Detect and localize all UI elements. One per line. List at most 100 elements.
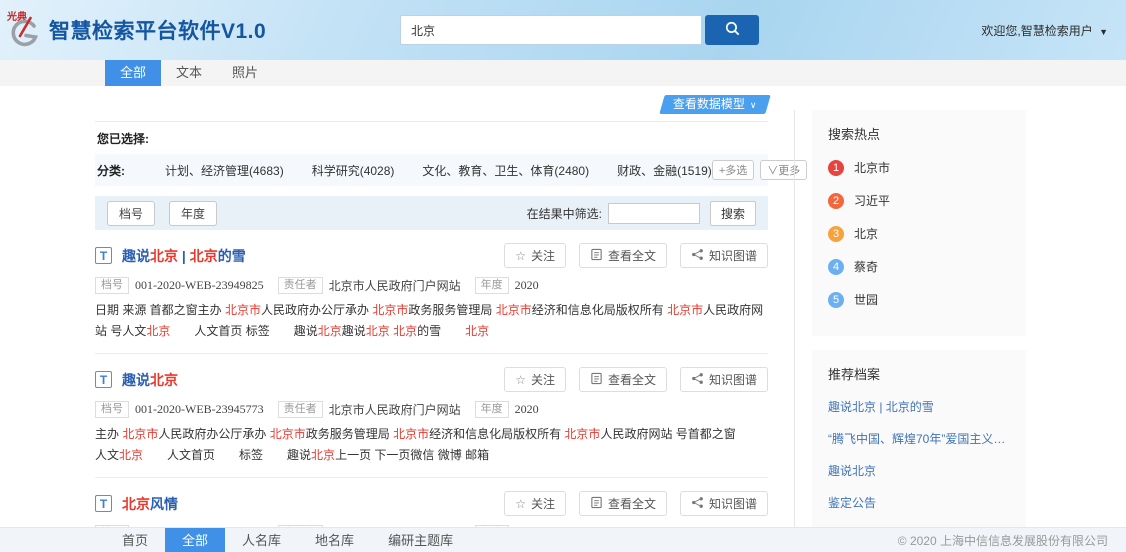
tab-all[interactable]: 全部 bbox=[105, 60, 162, 86]
footer-item-topic-db[interactable]: 编研主题库 bbox=[371, 528, 470, 552]
recommend-card: 推荐档案 趣说北京 | 北京的雪 “腾飞中国、辉煌70年”爱国主义教育活动在李大… bbox=[812, 350, 1026, 538]
category-row: 分类: 计划、经济管理(4683) 科学研究(4028) 文化、教育、卫生、体育… bbox=[95, 154, 808, 186]
hot-search-title: 搜索热点 bbox=[828, 127, 881, 142]
footer-item-place-db[interactable]: 地名库 bbox=[298, 528, 371, 552]
refine-input[interactable] bbox=[607, 202, 700, 224]
text-type-icon: T bbox=[95, 371, 112, 388]
app-title: 智慧检索平台软件V1.0 bbox=[49, 20, 267, 43]
view-data-model-button[interactable]: 查看数据模型 ∨ bbox=[659, 95, 771, 114]
hot-search-item[interactable]: 5 世园 bbox=[828, 291, 1010, 308]
hot-search-item[interactable]: 1 北京市 bbox=[828, 159, 1010, 176]
highlight-keyword: 北京 bbox=[393, 324, 418, 338]
content-area: 查看数据模型 ∨ 您已选择: 分类: 计划、经济管理(4683) 科学研究(402… bbox=[0, 86, 1126, 552]
archive-no-value: 001-2020-WEB-23945773 bbox=[135, 402, 264, 416]
highlight-keyword: 北京市 bbox=[122, 427, 159, 441]
highlight-keyword: 北京市 bbox=[393, 427, 430, 441]
document-icon bbox=[590, 496, 603, 512]
document-icon bbox=[590, 372, 603, 388]
highlight-keyword: 北京市 bbox=[495, 303, 532, 317]
star-icon: ☆ bbox=[515, 372, 526, 387]
knowledge-graph-button[interactable]: 知识图谱 bbox=[679, 243, 768, 268]
archive-no-value: 001-2020-WEB-23949825 bbox=[135, 278, 264, 292]
result-item: T 趣说北京 ☆ 关注 查看全文 知识图谱 档号 001-2020-WEB-239… bbox=[95, 354, 768, 478]
text-segment: 趣说 bbox=[122, 247, 150, 264]
recommend-link[interactable]: 趣说北京 bbox=[828, 462, 1010, 479]
view-fulltext-button[interactable]: 查看全文 bbox=[578, 243, 667, 268]
search-button[interactable] bbox=[705, 15, 759, 45]
category-label: 分类: bbox=[97, 163, 125, 178]
search-input[interactable] bbox=[400, 15, 702, 45]
refine-label: 在结果中筛选: bbox=[526, 206, 602, 221]
follow-label: 关注 bbox=[530, 373, 555, 387]
view-data-model-label: 查看数据模型 bbox=[673, 97, 746, 111]
copyright-text: © 2020 上海中信信息发展股份有限公司 bbox=[897, 533, 1108, 548]
result-meta: 档号 001-2020-WEB-23945773 责任者 北京市人民政府门户网站… bbox=[95, 401, 768, 418]
chevron-down-icon: ∨ bbox=[750, 100, 757, 110]
archive-no-filter-button[interactable]: 档号 bbox=[107, 200, 156, 226]
recommend-link[interactable]: 鉴定公告 bbox=[828, 494, 1010, 511]
category-item[interactable]: 文化、教育、卫生、体育(2480) bbox=[422, 162, 589, 179]
result-snippet: 日期 来源 首都之窗主办 北京市人民政府办公厅承办 北京市政务服务管理局 北京市… bbox=[95, 300, 768, 342]
result-title-link[interactable]: 趣说北京 | 北京的雪 bbox=[122, 246, 246, 266]
follow-button[interactable]: ☆ 关注 bbox=[504, 243, 566, 268]
header: 光典 智慧检索平台软件V1.0 欢迎您,智慧检索用户 ▼ bbox=[0, 0, 1126, 60]
year-filter-button[interactable]: 年度 bbox=[169, 200, 218, 226]
author-value: 北京市人民政府门户网站 bbox=[328, 403, 461, 417]
hot-search-text: 习近平 bbox=[854, 194, 891, 208]
hot-search-text: 蔡奇 bbox=[854, 260, 879, 274]
category-item[interactable]: 计划、经济管理(4683) bbox=[165, 162, 284, 179]
footer-item-all[interactable]: 全部 bbox=[165, 527, 226, 552]
result-title-link[interactable]: 北京风情 bbox=[122, 494, 178, 514]
footer-item-person-db[interactable]: 人名库 bbox=[225, 528, 298, 552]
fulltext-label: 查看全文 bbox=[607, 497, 656, 511]
refine-search-button[interactable]: 搜索 bbox=[709, 200, 756, 226]
knowledge-graph-button[interactable]: 知识图谱 bbox=[679, 491, 768, 516]
text-segment: 日期 来源 首都之窗主办 bbox=[95, 303, 226, 317]
text-segment: 上一页 下一页微信 微博 邮箱 bbox=[335, 448, 490, 462]
hot-search-item[interactable]: 2 习近平 bbox=[828, 192, 1010, 209]
multi-select-button[interactable]: +多选 bbox=[711, 160, 755, 180]
archive-no-tag: 档号 bbox=[95, 401, 129, 418]
text-segment: 人民政府办公厅承办 bbox=[158, 427, 270, 441]
tab-text[interactable]: 文本 bbox=[161, 60, 217, 86]
knowledge-graph-button[interactable]: 知识图谱 bbox=[679, 367, 768, 392]
graph-icon bbox=[691, 248, 704, 264]
highlight-keyword: 北京市 bbox=[564, 427, 601, 441]
footer-item-home[interactable]: 首页 bbox=[105, 528, 165, 552]
follow-button[interactable]: ☆ 关注 bbox=[504, 367, 566, 392]
fulltext-label: 查看全文 bbox=[607, 373, 656, 387]
tab-photo[interactable]: 照片 bbox=[217, 60, 273, 86]
text-segment: 趣说 bbox=[122, 371, 150, 388]
author-tag: 责任者 bbox=[277, 277, 323, 294]
main-column: 查看数据模型 ∨ 您已选择: 分类: 计划、经济管理(4683) 科学研究(402… bbox=[95, 86, 808, 552]
text-segment: 经济和信息化局版权所有 bbox=[429, 427, 565, 441]
rank-badge: 3 bbox=[828, 225, 844, 242]
document-icon bbox=[590, 248, 603, 264]
search-bar bbox=[400, 15, 759, 45]
text-segment: 的雪 bbox=[217, 247, 246, 264]
highlight-keyword: 北京 bbox=[150, 371, 178, 388]
view-fulltext-button[interactable]: 查看全文 bbox=[578, 491, 667, 516]
graph-icon bbox=[691, 372, 704, 388]
star-icon: ☆ bbox=[515, 496, 526, 511]
text-segment: 的雪 bbox=[417, 324, 466, 338]
highlight-keyword: 北京 bbox=[122, 495, 150, 512]
view-fulltext-button[interactable]: 查看全文 bbox=[578, 367, 667, 392]
category-item[interactable]: 财政、金融(1519) bbox=[617, 162, 712, 179]
welcome-text: 欢迎您,智慧检索用户 bbox=[981, 24, 1093, 38]
highlight-keyword: 北京 bbox=[311, 448, 336, 462]
app-window: 光典 智慧检索平台软件V1.0 欢迎您,智慧检索用户 ▼ 全部 bbox=[0, 0, 1126, 552]
rank-badge: 4 bbox=[828, 258, 844, 275]
recommend-link[interactable]: “腾飞中国、辉煌70年”爱国主义教育活动在李大钊故… bbox=[828, 430, 1010, 447]
author-tag: 责任者 bbox=[277, 401, 323, 418]
category-item[interactable]: 科学研究(4028) bbox=[312, 162, 395, 179]
user-menu[interactable]: 欢迎您,智慧检索用户 ▼ bbox=[981, 22, 1108, 39]
recommend-link[interactable]: 趣说北京 | 北京的雪 bbox=[828, 398, 1010, 415]
hot-search-item[interactable]: 4 蔡奇 bbox=[828, 258, 1010, 275]
result-item: T 趣说北京 | 北京的雪 ☆ 关注 查看全文 知识图谱 档号 001-2020-… bbox=[95, 230, 768, 354]
result-title-link[interactable]: 趣说北京 bbox=[122, 370, 178, 390]
hot-search-item[interactable]: 3 北京 bbox=[828, 225, 1010, 242]
text-type-icon: T bbox=[95, 495, 112, 512]
result-actions: ☆ 关注 查看全文 知识图谱 bbox=[504, 491, 768, 516]
follow-button[interactable]: ☆ 关注 bbox=[504, 491, 566, 516]
